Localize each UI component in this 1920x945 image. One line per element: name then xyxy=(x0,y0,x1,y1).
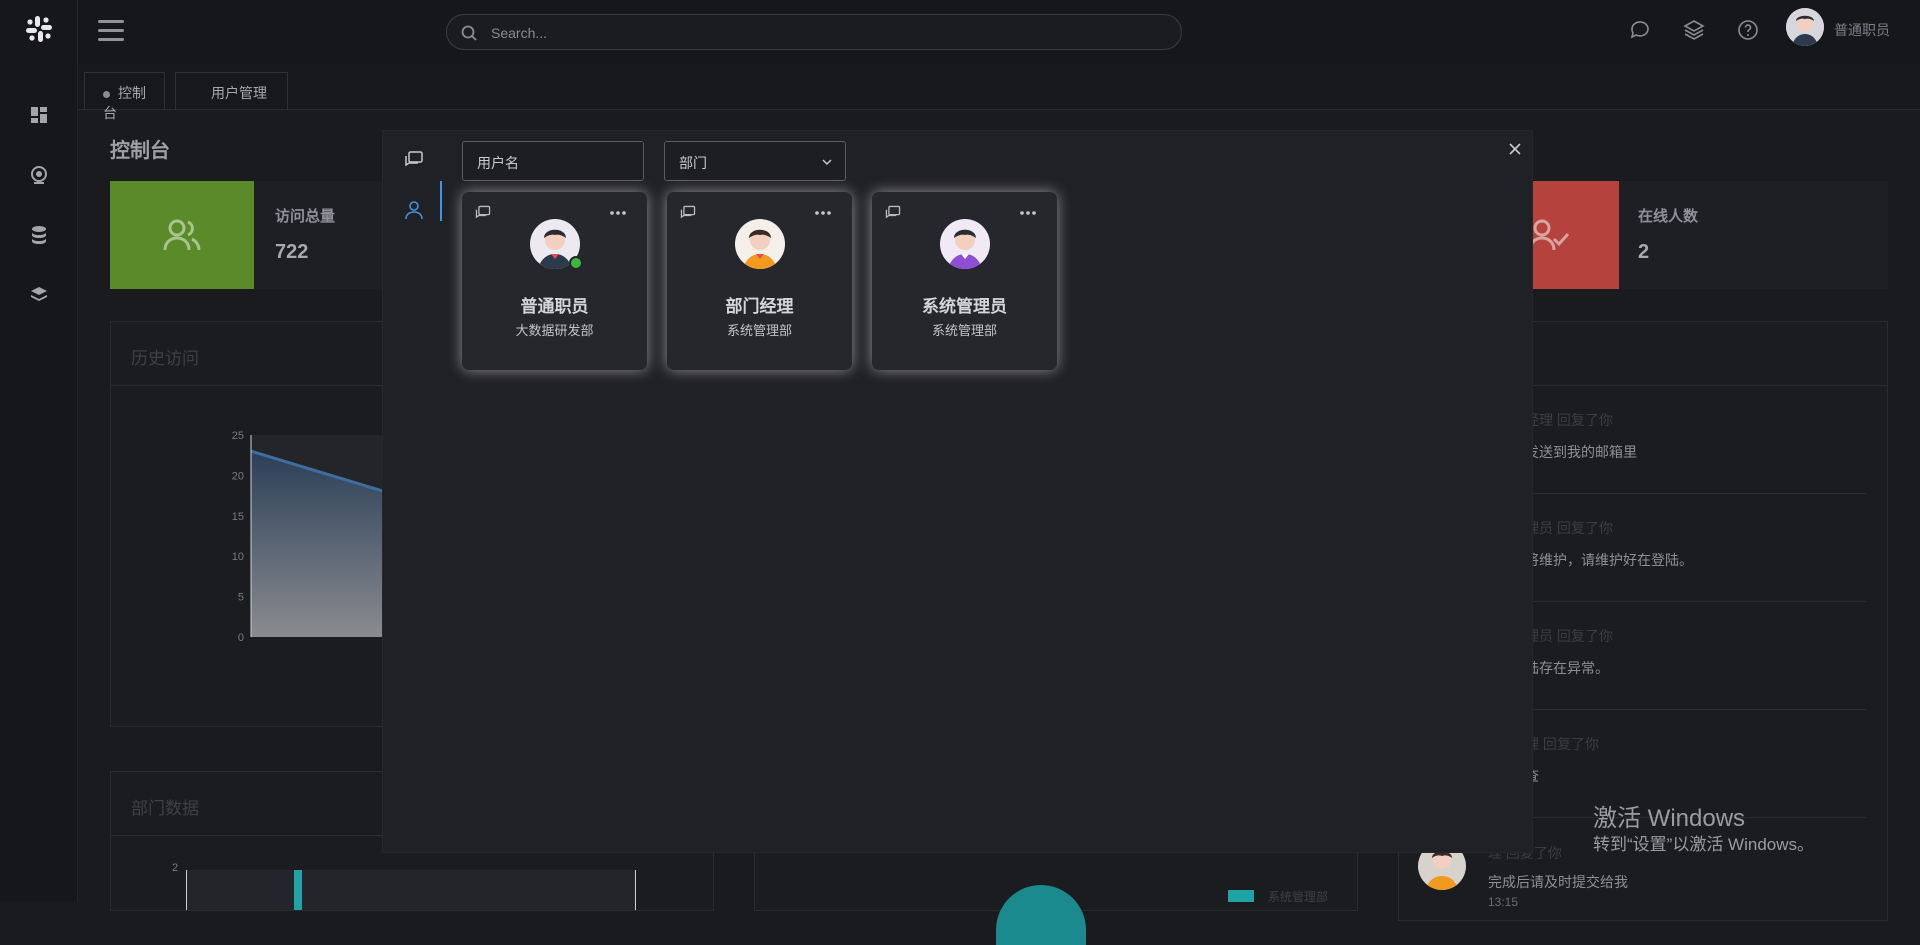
feed-message: 查 xyxy=(1525,768,1539,784)
divider xyxy=(1500,601,1866,602)
user-name: 普通职员 xyxy=(520,297,589,316)
stat-label: 在线人数 xyxy=(1638,208,1699,225)
tab-label: 控制台 xyxy=(103,85,146,121)
online-status-dot xyxy=(569,256,583,270)
tab-dashboard[interactable]: 控制台 xyxy=(84,72,165,121)
y-tick-label: 0 xyxy=(238,632,244,644)
chat-cards-icon[interactable] xyxy=(403,149,425,171)
department-select-value: 部门 xyxy=(679,155,707,171)
menu-toggle-icon[interactable] xyxy=(98,20,124,42)
top-bar: 普通职员 xyxy=(78,0,1920,64)
user-card[interactable]: 普通职员 大数据研发部 xyxy=(462,192,647,370)
left-rail xyxy=(0,0,78,902)
top-user-name[interactable]: 普通职员 xyxy=(1834,20,1890,40)
username-placeholder: 用户名 xyxy=(477,155,519,171)
stat-value: 722 xyxy=(275,241,309,263)
feed-author: 经理 回复了你 xyxy=(1525,412,1613,428)
user-avatar xyxy=(940,219,990,269)
divider xyxy=(1500,493,1866,494)
feed-message: 完成后请及时提交给我 xyxy=(1488,874,1628,890)
windows-activation-title: 激活 Windows xyxy=(1593,805,1746,832)
windows-activation-hint: 转到“设置”以激活 Windows。 xyxy=(1593,835,1815,854)
user-name: 系统管理员 xyxy=(922,297,1007,316)
feed-author: 理员 回复了你 xyxy=(1525,520,1613,536)
y-tick-label: 15 xyxy=(232,511,244,523)
tab-bar: 控制台 用户管理 xyxy=(78,64,1920,121)
search-icon xyxy=(461,25,477,41)
user-avatar xyxy=(735,219,785,269)
active-dot-icon xyxy=(103,90,110,98)
search-input[interactable] xyxy=(491,22,1131,44)
layers-stack-icon[interactable] xyxy=(1682,18,1706,42)
app-logo-icon[interactable] xyxy=(24,14,54,44)
user-department: 系统管理部 xyxy=(931,323,997,338)
feed-message: 陆存在异常。 xyxy=(1525,660,1609,676)
help-icon[interactable] xyxy=(1736,18,1760,42)
department-select[interactable]: 部门 xyxy=(664,141,846,181)
layers-icon[interactable] xyxy=(28,284,50,306)
feed-message: 将维护，请维护好在登陆。 xyxy=(1525,552,1693,568)
feed-item: 理员 回复了你 陆存在异常。 xyxy=(1525,626,1613,678)
user-department: 大数据研发部 xyxy=(515,323,594,338)
username-filter[interactable]: 用户名 xyxy=(462,141,644,181)
feed-author: 理员 回复了你 xyxy=(1525,628,1613,644)
user-card[interactable]: 部门经理 系统管理部 xyxy=(667,192,852,370)
stat-card-online: 在线人数 2 xyxy=(1532,181,1888,289)
chat-cards-icon[interactable] xyxy=(679,204,697,222)
y-tick-label: 10 xyxy=(232,551,244,563)
history-area-chart: 2520151050 2021-12-14 xyxy=(232,430,383,644)
camera-icon[interactable] xyxy=(28,164,50,186)
y-tick-label: 20 xyxy=(232,470,244,482)
more-options-icon[interactable] xyxy=(1020,210,1036,216)
y-tick-label: 2 xyxy=(172,862,179,874)
stat-icon-box xyxy=(110,181,254,289)
user-icon[interactable] xyxy=(403,199,425,221)
feed-author: 理 回复了你 xyxy=(1525,736,1599,752)
stat-value: 2 xyxy=(1638,241,1650,263)
legend-label: 系统管理部 xyxy=(1268,890,1329,904)
chat-icon[interactable] xyxy=(1628,18,1652,42)
feed-item: 经理 回复了你发送到我的邮箱里 xyxy=(1525,410,1637,462)
dept-bar xyxy=(294,870,302,910)
user-card[interactable]: 系统管理员 系统管理部 xyxy=(872,192,1057,370)
legend-swatch xyxy=(1228,890,1254,902)
close-icon[interactable] xyxy=(1505,139,1525,159)
dashboard-icon[interactable] xyxy=(28,104,50,126)
user-name: 部门经理 xyxy=(725,297,794,316)
feed-time: 13:15 xyxy=(1488,895,1519,909)
users-icon xyxy=(163,219,201,251)
feed-message: 发送到我的邮箱里 xyxy=(1525,444,1637,460)
user-picker-modal: 用户名 部门 普通职员 大数据研发部 部门经理 系统管理部 系统管理员 系统管理… xyxy=(383,131,1532,852)
chat-cards-icon[interactable] xyxy=(884,204,902,222)
user-avatar[interactable] xyxy=(1786,8,1824,46)
user-department: 系统管理部 xyxy=(726,323,792,338)
dept-plot xyxy=(186,870,636,910)
page-title: 控制台 xyxy=(110,140,170,162)
active-indicator xyxy=(440,181,442,221)
database-icon[interactable] xyxy=(28,224,50,246)
panel-title: 历史访问 xyxy=(111,322,409,386)
stat-icon-box xyxy=(1532,181,1619,289)
more-options-icon[interactable] xyxy=(815,210,831,216)
search-box[interactable] xyxy=(446,14,1182,50)
more-options-icon[interactable] xyxy=(610,210,626,216)
user-check-icon xyxy=(1532,219,1570,251)
chat-cards-icon[interactable] xyxy=(474,204,492,222)
divider xyxy=(1500,709,1866,710)
feed-item: 理员 回复了你将维护，请维护好在登陆。 xyxy=(1525,518,1693,570)
tab-user-management[interactable]: 用户管理 xyxy=(175,72,288,110)
chevron-down-icon xyxy=(822,159,832,166)
tab-label: 用户管理 xyxy=(211,85,267,101)
feed-item: 理 回复了你查 xyxy=(1525,734,1599,786)
y-tick-label: 5 xyxy=(238,592,244,604)
y-tick-label: 25 xyxy=(232,430,244,442)
stat-label: 访问总量 xyxy=(275,208,336,225)
stat-card-visits: 访问总量 722 xyxy=(110,181,410,289)
